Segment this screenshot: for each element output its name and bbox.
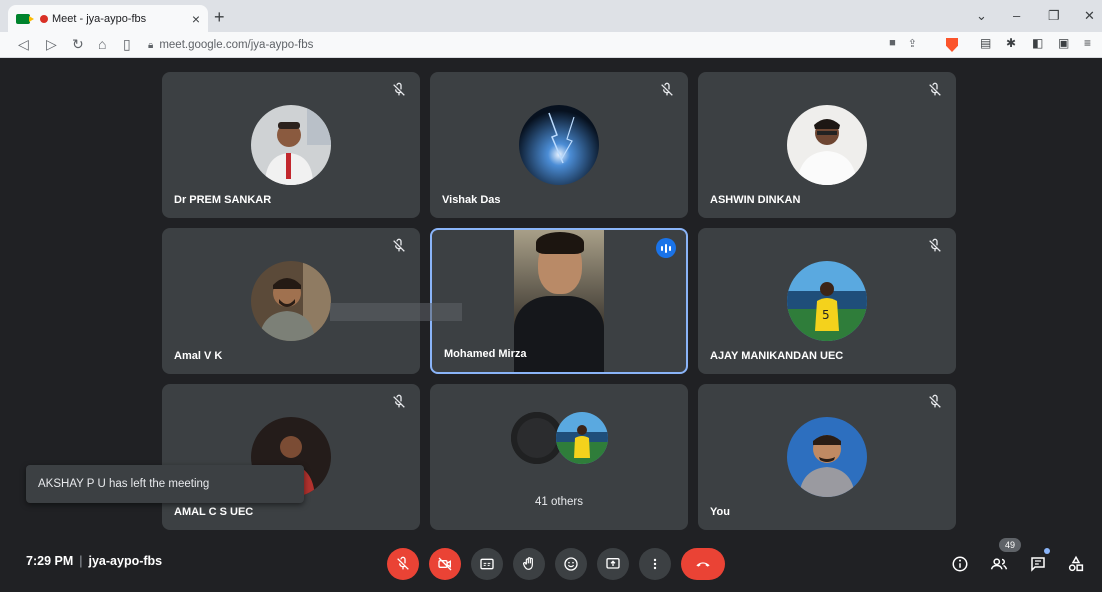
sidebar-icon[interactable]: ◧ xyxy=(1032,36,1043,50)
participant-tile[interactable]: 5 AJAY MANIKANDAN UEC xyxy=(698,228,956,374)
close-tab-icon[interactable]: × xyxy=(192,11,200,27)
hang-up-icon xyxy=(696,562,710,567)
participant-name: Dr PREM SANKAR xyxy=(174,194,272,206)
recording-dot-icon xyxy=(40,14,48,23)
address-bar[interactable]: 🔒︎ meet.google.com/jya-aypo-fbs xyxy=(148,34,928,56)
home-icon[interactable]: ⌂ xyxy=(98,36,106,52)
people-icon xyxy=(990,558,1008,570)
camera-button[interactable] xyxy=(429,548,461,580)
more-options-button[interactable] xyxy=(639,548,671,580)
avatar xyxy=(787,417,867,497)
meeting-stage: Dr PREM SANKAR Vishak Das ASHWIN DINKAN … xyxy=(0,59,1102,592)
reload-icon[interactable]: ↻ xyxy=(72,36,84,53)
wallet-icon[interactable]: ▣ xyxy=(1058,36,1069,50)
participant-name: AMAL C S UEC xyxy=(174,506,254,518)
clock-time: 7:29 PM xyxy=(26,554,74,568)
raise-hand-button[interactable] xyxy=(513,548,545,580)
reader-icon[interactable]: ▤ xyxy=(980,36,991,50)
people-button[interactable] xyxy=(988,553,1010,575)
activities-button[interactable] xyxy=(1065,553,1087,575)
mic-off-icon xyxy=(393,394,405,408)
mic-off-icon xyxy=(929,394,941,408)
chat-button[interactable] xyxy=(1027,553,1049,575)
mic-off-icon xyxy=(393,82,405,96)
activities-icon xyxy=(1068,555,1084,572)
avatar xyxy=(251,105,331,185)
close-window-icon[interactable]: ✕ xyxy=(1084,8,1095,24)
extensions-icon[interactable]: ✱ xyxy=(1006,36,1016,50)
captions-button[interactable] xyxy=(471,548,503,580)
others-count-label: 41 others xyxy=(535,496,583,508)
reactions-button[interactable] xyxy=(555,548,587,580)
new-tab-icon[interactable]: + xyxy=(214,7,225,28)
participant-tile[interactable]: Dr PREM SANKAR xyxy=(162,72,420,218)
mic-off-icon xyxy=(397,556,409,570)
participant-tile[interactable]: Amal V K xyxy=(162,228,420,374)
notification-toast: AKSHAY P U has left the meeting xyxy=(26,465,304,503)
info-icon xyxy=(952,556,968,572)
avatar xyxy=(251,261,331,341)
avatar: 5 xyxy=(787,261,867,341)
mic-off-icon xyxy=(929,238,941,252)
restore-icon[interactable]: ❐ xyxy=(1048,8,1060,24)
participant-name: You xyxy=(710,506,730,518)
captions-icon xyxy=(480,558,494,570)
microphone-button[interactable] xyxy=(387,548,419,580)
participant-name: Vishak Das xyxy=(442,194,501,206)
emoji-icon xyxy=(564,557,578,571)
separator: | xyxy=(79,554,83,568)
chat-icon xyxy=(1031,557,1045,572)
mic-off-icon xyxy=(661,82,673,96)
leave-call-button[interactable] xyxy=(681,548,725,580)
meeting-details-button[interactable] xyxy=(949,553,971,575)
meet-favicon-icon xyxy=(16,13,34,24)
browser-toolbar: ◁ ▷ ↻ ⌂ ▯ 🔒︎ meet.google.com/jya-aypo-fb… xyxy=(0,32,1102,58)
participant-tile[interactable]: ASHWIN DINKAN xyxy=(698,72,956,218)
menu-icon[interactable]: ≡ xyxy=(1084,36,1091,50)
participant-name: ASHWIN DINKAN xyxy=(710,194,801,206)
meeting-code: jya-aypo-fbs xyxy=(88,554,163,568)
self-tile[interactable]: You xyxy=(698,384,956,530)
others-tile[interactable]: 41 others xyxy=(430,384,688,530)
minimize-icon[interactable]: – xyxy=(1013,8,1020,23)
tab-title: Meet - jya-aypo-fbs xyxy=(52,12,147,25)
participant-name: AJAY MANIKANDAN UEC xyxy=(710,350,844,362)
avatar xyxy=(556,412,608,464)
people-count-badge: 49 xyxy=(999,538,1021,552)
participant-video xyxy=(514,230,604,372)
browser-tab-strip: Meet - jya-aypo-fbs × + ⌄ – ❐ ✕ xyxy=(0,0,1102,32)
participant-tile[interactable]: AMAL C S UEC xyxy=(162,384,420,530)
address-url: meet.google.com/jya-aypo-fbs xyxy=(159,39,314,51)
present-button[interactable] xyxy=(597,548,629,580)
participant-tile-speaking[interactable]: Mohamed Mirza xyxy=(430,228,688,374)
camera-off-icon xyxy=(438,557,452,571)
watermark-overlay xyxy=(330,303,462,321)
bookmark-icon[interactable]: ▯ xyxy=(123,36,131,53)
participant-name: Mohamed Mirza xyxy=(444,348,527,360)
browser-tab[interactable]: Meet - jya-aypo-fbs × xyxy=(8,5,208,32)
participant-name: Amal V K xyxy=(174,350,223,362)
chat-unread-dot xyxy=(1044,548,1050,554)
speaking-indicator-icon xyxy=(656,238,676,258)
camera-in-use-icon[interactable]: ■ xyxy=(889,37,896,50)
svg-text:5: 5 xyxy=(822,308,830,322)
hand-icon xyxy=(523,557,533,570)
more-vert-icon xyxy=(653,558,657,570)
back-icon[interactable]: ◁ xyxy=(18,36,29,53)
share-icon[interactable]: ⇪ xyxy=(908,37,917,50)
mic-off-icon xyxy=(393,238,405,252)
lock-icon: 🔒︎ xyxy=(148,39,154,51)
present-screen-icon xyxy=(606,558,620,569)
brave-shield-icon[interactable] xyxy=(946,38,958,52)
forward-icon[interactable]: ▷ xyxy=(46,36,57,53)
tab-search-icon[interactable]: ⌄ xyxy=(976,8,987,24)
avatar xyxy=(787,105,867,185)
mic-off-icon xyxy=(929,82,941,96)
participant-tile[interactable]: Vishak Das xyxy=(430,72,688,218)
avatar xyxy=(519,105,599,185)
meeting-details: 7:29 PM | jya-aypo-fbs xyxy=(26,554,162,568)
